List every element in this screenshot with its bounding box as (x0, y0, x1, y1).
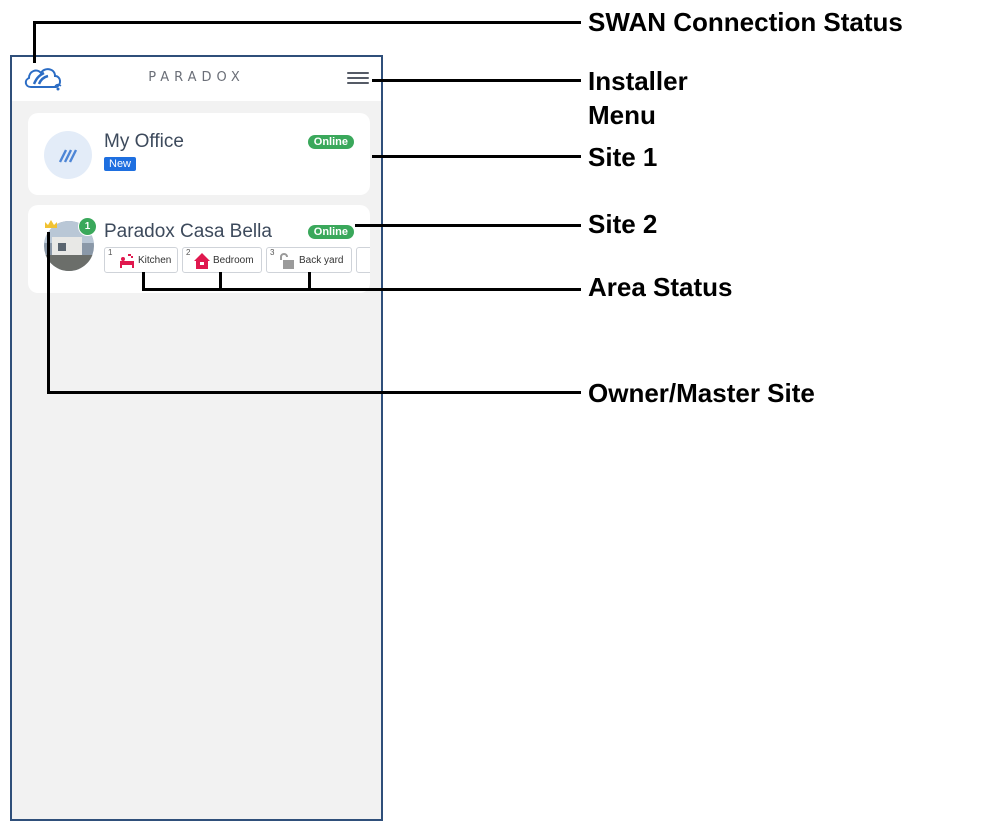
callout-swan: SWAN Connection Status (588, 7, 903, 37)
area-chip-partial[interactable] (356, 247, 370, 273)
status-badge: Online (307, 225, 354, 239)
site-card-2[interactable]: 1 Paradox Casa Bella Online 1 Kitchen 2 (28, 205, 370, 293)
disarmed-lock-icon (280, 253, 294, 269)
callout-line-owner-vertical (47, 232, 50, 393)
app-brand: PARADOX (148, 70, 245, 85)
callout-line-area-tick-2 (219, 272, 222, 290)
phone-screen: PARADOX My Office Online New 1 Paradox C… (10, 55, 383, 821)
area-chip[interactable]: 1 Kitchen (104, 247, 178, 273)
callout-line-swan-horizontal (33, 21, 581, 24)
callout-area-status: Area Status (588, 272, 733, 302)
callout-owner: Owner/Master Site (588, 378, 815, 408)
callout-line-area-tick-3 (308, 272, 311, 290)
installer-menu-icon[interactable] (347, 69, 369, 87)
callout-line-owner-horizontal (47, 391, 581, 394)
area-status-list: 1 Kitchen 2 Bedroom 3 Back yard (104, 247, 370, 275)
paradox-logo-icon (58, 149, 78, 163)
armed-sleep-icon (120, 254, 134, 268)
callout-line-area-horizontal (142, 288, 581, 291)
new-badge: New (104, 157, 137, 171)
callout-installer-line1: Installer (588, 66, 688, 96)
callout-line-installer (372, 79, 581, 82)
site-card-1[interactable]: My Office Online New (28, 113, 370, 195)
site-name: Paradox Casa Bella (104, 221, 272, 242)
area-label: Back yard (299, 255, 344, 266)
callout-site1: Site 1 (588, 142, 658, 172)
callout-line-area-tick-1 (142, 272, 145, 290)
armed-home-icon (194, 253, 210, 269)
callout-line-swan-vertical (33, 21, 36, 63)
callout-site2: Site 2 (588, 209, 658, 239)
notification-count-badge: 1 (78, 217, 97, 236)
area-label: Kitchen (138, 255, 172, 266)
callout-line-site2 (355, 224, 581, 227)
callout-line-site1 (372, 155, 581, 158)
site-logo-avatar (44, 131, 92, 179)
callout-installer-line2: Menu (588, 100, 656, 130)
status-badge: Online (307, 135, 354, 149)
area-chip[interactable]: 2 Bedroom (182, 247, 262, 273)
app-header: PARADOX (12, 57, 381, 101)
owner-crown-icon (45, 220, 57, 228)
area-chip[interactable]: 3 Back yard (266, 247, 352, 273)
site-name: My Office (104, 131, 184, 152)
area-label: Bedroom (213, 255, 254, 266)
